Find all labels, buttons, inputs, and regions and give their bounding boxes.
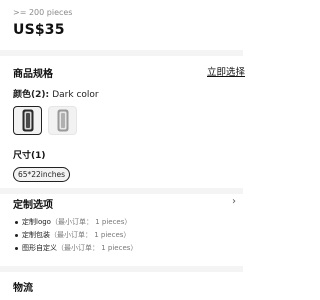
list-item: 定制包装（最小订单： 1 pieces） <box>15 229 137 242</box>
bullet-icon <box>15 246 18 250</box>
light-mat-thumbnail-icon <box>57 109 68 132</box>
price-block: >= 200 pieces US$35 <box>13 8 72 38</box>
select-now-link[interactable]: 立即选择 <box>207 64 245 78</box>
chevron-right-icon[interactable]: › <box>232 196 236 207</box>
bullet-icon <box>15 233 18 237</box>
color-value: Dark color <box>52 90 99 100</box>
min-order-text: >= 200 pieces <box>13 8 73 17</box>
customization-title[interactable]: 定制选项 <box>13 196 53 211</box>
list-item: 图形自定义（最小订单： 1 pieces） <box>15 242 137 255</box>
list-item: 定制logo（最小订单： 1 pieces） <box>15 216 137 229</box>
dark-mat-thumbnail-icon <box>22 109 33 132</box>
spec-section-title: 商品规格 <box>13 69 53 80</box>
swatch-light[interactable] <box>48 106 77 135</box>
custom-option-label: 定制包装 <box>22 231 50 239</box>
custom-option-label: 定制logo <box>22 218 51 226</box>
bullet-icon <box>15 220 18 224</box>
custom-option-min: （最小订单： 1 pieces） <box>50 231 131 239</box>
custom-option-label: 图形自定义 <box>22 244 57 252</box>
color-label-prefix: 颜色(2): <box>13 90 53 100</box>
swatch-dark[interactable] <box>13 106 42 135</box>
color-label: 颜色(2): Dark color <box>13 87 99 100</box>
size-label: 尺寸(1) <box>13 151 46 161</box>
section-divider <box>0 188 243 194</box>
section-divider <box>0 266 243 272</box>
custom-option-min: （最小订单： 1 pieces） <box>57 244 138 252</box>
logistics-title[interactable]: 物流 <box>13 279 33 294</box>
price: US$35 <box>13 22 65 38</box>
custom-option-min: （最小订单： 1 pieces） <box>50 218 132 226</box>
section-divider <box>0 50 243 56</box>
customization-list: 定制logo（最小订单： 1 pieces） 定制包装（最小订单： 1 piec… <box>15 216 137 255</box>
size-option-chip[interactable]: 65*22inches <box>13 167 70 182</box>
